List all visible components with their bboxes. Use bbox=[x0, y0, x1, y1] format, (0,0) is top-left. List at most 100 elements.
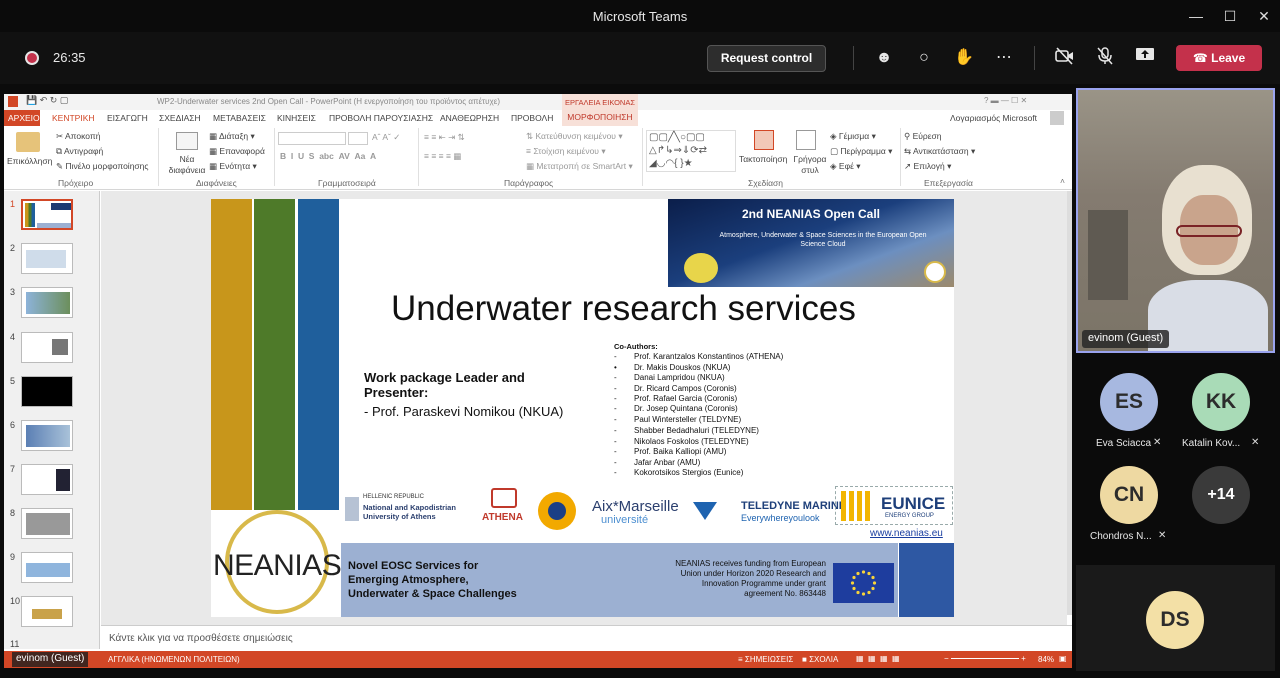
layout-button[interactable]: ▦ Διάταξη ▾ bbox=[209, 131, 255, 142]
tab-home[interactable]: ΚΕΝΤΡΙΚΗ bbox=[52, 113, 95, 123]
slide-thumbnail-3[interactable] bbox=[21, 287, 73, 318]
font-size-buttons-icon[interactable]: Aˆ Aˇ ✓ bbox=[372, 132, 400, 143]
tab-view[interactable]: ΠΡΟΒΟΛΗ bbox=[511, 113, 553, 123]
fit-slide-icon[interactable]: ▣ bbox=[1059, 654, 1067, 663]
collapse-ribbon-icon[interactable]: ˄ bbox=[1060, 176, 1065, 186]
slide[interactable]: 2nd NEANIAS Open Call Atmosphere, Underw… bbox=[211, 199, 954, 617]
paste-button[interactable]: Επικόλληση bbox=[7, 156, 52, 166]
find-button[interactable]: ⚲ Εύρεση bbox=[904, 131, 942, 142]
zoom-slider[interactable]: − + bbox=[944, 654, 1026, 663]
group-divider bbox=[274, 128, 275, 186]
replace-button[interactable]: ⇆ Αντικατάσταση ▾ bbox=[904, 146, 975, 157]
participant-avatar[interactable]: CN bbox=[1100, 466, 1158, 524]
tab-picture-tools[interactable]: ΕΡΓΑΛΕΙΑ ΕΙΚΟΝΑΣ ΜΟΡΦΟΠΟΙΗΣΗ bbox=[562, 94, 638, 126]
coauthor-item: - Danai Lampridou (NKUA) bbox=[614, 373, 725, 382]
group-divider bbox=[158, 128, 159, 186]
font-name-field[interactable] bbox=[278, 132, 346, 145]
powerpoint-window: 💾 ↶ ↻ ▢ WP2-Underwater services 2nd Open… bbox=[4, 94, 1072, 668]
maximize-icon[interactable]: ☐ bbox=[1215, 6, 1245, 26]
participant-avatar[interactable]: DS bbox=[1146, 591, 1204, 649]
participant-name: Chondros N... bbox=[1090, 531, 1152, 542]
work-package-heading: Work package Leader and Presenter: bbox=[364, 370, 525, 400]
new-slide-button[interactable]: Νέα διαφάνεια bbox=[161, 154, 213, 176]
request-control-button[interactable]: Request control bbox=[707, 45, 826, 72]
slide-thumbnail-6[interactable] bbox=[21, 420, 73, 451]
account-link[interactable]: Λογαριασμός Microsoft bbox=[950, 113, 1037, 123]
slide-thumbnail-7[interactable] bbox=[21, 464, 73, 495]
format-painter-button[interactable]: ✎ Πινέλο μορφοποίησης bbox=[56, 161, 149, 172]
group-divider bbox=[642, 128, 643, 186]
slide-thumbnail-9[interactable] bbox=[21, 552, 73, 583]
font-size-field[interactable] bbox=[348, 132, 368, 145]
align-text-button[interactable]: ≡ Στοίχιση κειμένου ▾ bbox=[526, 146, 606, 157]
zoom-level[interactable]: 84% bbox=[1038, 655, 1054, 664]
share-screen-icon[interactable] bbox=[1133, 47, 1157, 69]
quick-styles-icon[interactable] bbox=[796, 130, 816, 150]
mic-off-icon: ✕ bbox=[1158, 530, 1167, 541]
arrange-icon[interactable] bbox=[754, 130, 774, 150]
leave-button[interactable]: ☎ Leave bbox=[1176, 45, 1262, 71]
select-button[interactable]: ↗ Επιλογή ▾ bbox=[904, 161, 951, 172]
funding-statement: NEANIAS receives funding from European U… bbox=[675, 559, 826, 598]
arrange-button[interactable]: Τακτοποίηση bbox=[739, 154, 787, 164]
group-divider bbox=[418, 128, 419, 186]
thumb-number: 9 bbox=[10, 552, 16, 562]
account-avatar-icon[interactable] bbox=[1050, 111, 1064, 125]
copy-button[interactable]: ⧉ Αντιγραφή bbox=[56, 146, 103, 157]
list-buttons-icon[interactable]: ≡ ≡ ⇤ ⇥ ⇅ bbox=[424, 132, 465, 143]
view-buttons-icon[interactable]: ▦ ▦ ▦ ▦ bbox=[856, 654, 900, 663]
comments-toggle-button[interactable]: ■ ΣΧΟΛΙΑ bbox=[802, 655, 838, 664]
smartart-button[interactable]: ▦ Μετατροπή σε SmartArt ▾ bbox=[526, 161, 633, 172]
slide-thumbnail-1[interactable] bbox=[21, 199, 73, 230]
shapes-gallery[interactable]: ▢▢╱╲○▢▢ △↱↳⇒⇓⟳⇄ ◢◡◠{ }★ bbox=[646, 130, 736, 172]
tab-insert[interactable]: ΕΙΣΑΓΩΓΗ bbox=[107, 113, 148, 123]
minimize-icon[interactable]: — bbox=[1181, 6, 1211, 26]
camera-off-icon[interactable] bbox=[1053, 47, 1077, 69]
self-video[interactable] bbox=[1076, 88, 1275, 353]
window-title: Microsoft Teams bbox=[592, 9, 688, 24]
quick-access-icons[interactable]: 💾 ↶ ↻ ▢ bbox=[26, 95, 68, 106]
section-button[interactable]: ▦ Ενότητα ▾ bbox=[209, 161, 257, 172]
new-slide-icon[interactable] bbox=[176, 132, 198, 150]
tab-format[interactable]: ΜΟΡΦΟΠΟΙΗΣΗ bbox=[562, 112, 638, 122]
coauthor-item: - Kokorotsikos Stergios (Eunice) bbox=[614, 468, 744, 477]
reactions-icon[interactable]: ✋ bbox=[952, 47, 976, 69]
chat-icon[interactable]: ○ bbox=[912, 47, 936, 69]
tab-file[interactable]: ΑΡΧΕΙΟ bbox=[4, 110, 40, 126]
participant-avatar[interactable]: ES bbox=[1100, 373, 1158, 431]
shape-outline-button[interactable]: ▢ Περίγραμμα ▾ bbox=[830, 146, 892, 157]
paste-icon[interactable] bbox=[16, 132, 40, 152]
cut-button[interactable]: ✂ Αποκοπή bbox=[56, 131, 101, 142]
vertical-scrollbar[interactable] bbox=[1067, 191, 1072, 615]
notes-pane[interactable]: Κάντε κλικ για να προσθέσετε σημειώσεις bbox=[101, 625, 1072, 651]
more-participants-button[interactable]: +14 bbox=[1192, 466, 1250, 524]
shape-effects-button[interactable]: ◈ Εφέ ▾ bbox=[830, 161, 861, 172]
tab-slideshow[interactable]: ΠΡΟΒΟΛΗ ΠΑΡΟΥΣΙΑΣΗΣ bbox=[329, 113, 433, 123]
notes-toggle-button[interactable]: ≡ ΣΗΜΕΙΩΣΕΙΣ bbox=[738, 655, 793, 664]
slide-thumbnail-5[interactable] bbox=[21, 376, 73, 407]
tab-transitions[interactable]: ΜΕΤΑΒΑΣΕΙΣ bbox=[213, 113, 266, 123]
coauthor-item: - Prof. Rafael Garcia (Coronis) bbox=[614, 394, 738, 403]
tab-review[interactable]: ΑΝΑΘΕΩΡΗΣΗ bbox=[440, 113, 499, 123]
close-icon[interactable]: ✕ bbox=[1249, 6, 1279, 26]
font-style-buttons-icon[interactable]: B I U S abc AV Aa A bbox=[280, 151, 376, 161]
tab-animations[interactable]: ΚΙΝΗΣΕΙΣ bbox=[277, 113, 316, 123]
neanias-url-link[interactable]: www.neanias.eu bbox=[870, 528, 943, 539]
slide-thumbnail-8[interactable] bbox=[21, 508, 73, 539]
window-controls-icon[interactable]: ? ▬ — ☐ ✕ bbox=[984, 96, 1027, 105]
tab-design[interactable]: ΣΧΕΔΙΑΣΗ bbox=[159, 113, 201, 123]
mic-off-icon[interactable] bbox=[1093, 47, 1117, 69]
slide-thumbnail-4[interactable] bbox=[21, 332, 73, 363]
slide-thumbnail-2[interactable] bbox=[21, 243, 73, 274]
reset-button[interactable]: ▦ Επαναφορά bbox=[209, 146, 265, 157]
align-buttons-icon[interactable]: ≡ ≡ ≡ ≡ ▦ bbox=[424, 151, 461, 162]
participants-icon[interactable]: ☻ bbox=[872, 47, 896, 69]
text-direction-button[interactable]: ⇅ Κατεύθυνση κειμένου ▾ bbox=[526, 131, 623, 142]
participant-avatar[interactable]: KK bbox=[1192, 373, 1250, 431]
slide-thumbnail-10[interactable] bbox=[21, 596, 73, 627]
more-options-icon[interactable]: ⋯ bbox=[992, 47, 1016, 69]
language-indicator[interactable]: ΑΓΓΛΙΚΑ (ΗΝΩΜΕΝΩΝ ΠΟΛΙΤΕΙΩΝ) bbox=[108, 655, 240, 664]
quick-styles-button[interactable]: Γρήγορα στυλ bbox=[792, 154, 828, 176]
shape-fill-button[interactable]: ◈ Γέμισμα ▾ bbox=[830, 131, 876, 142]
powerpoint-status-bar: ΑΓΓΛΙΚΑ (ΗΝΩΜΕΝΩΝ ΠΟΛΙΤΕΙΩΝ) ≡ ΣΗΜΕΙΩΣΕΙ… bbox=[4, 651, 1072, 668]
